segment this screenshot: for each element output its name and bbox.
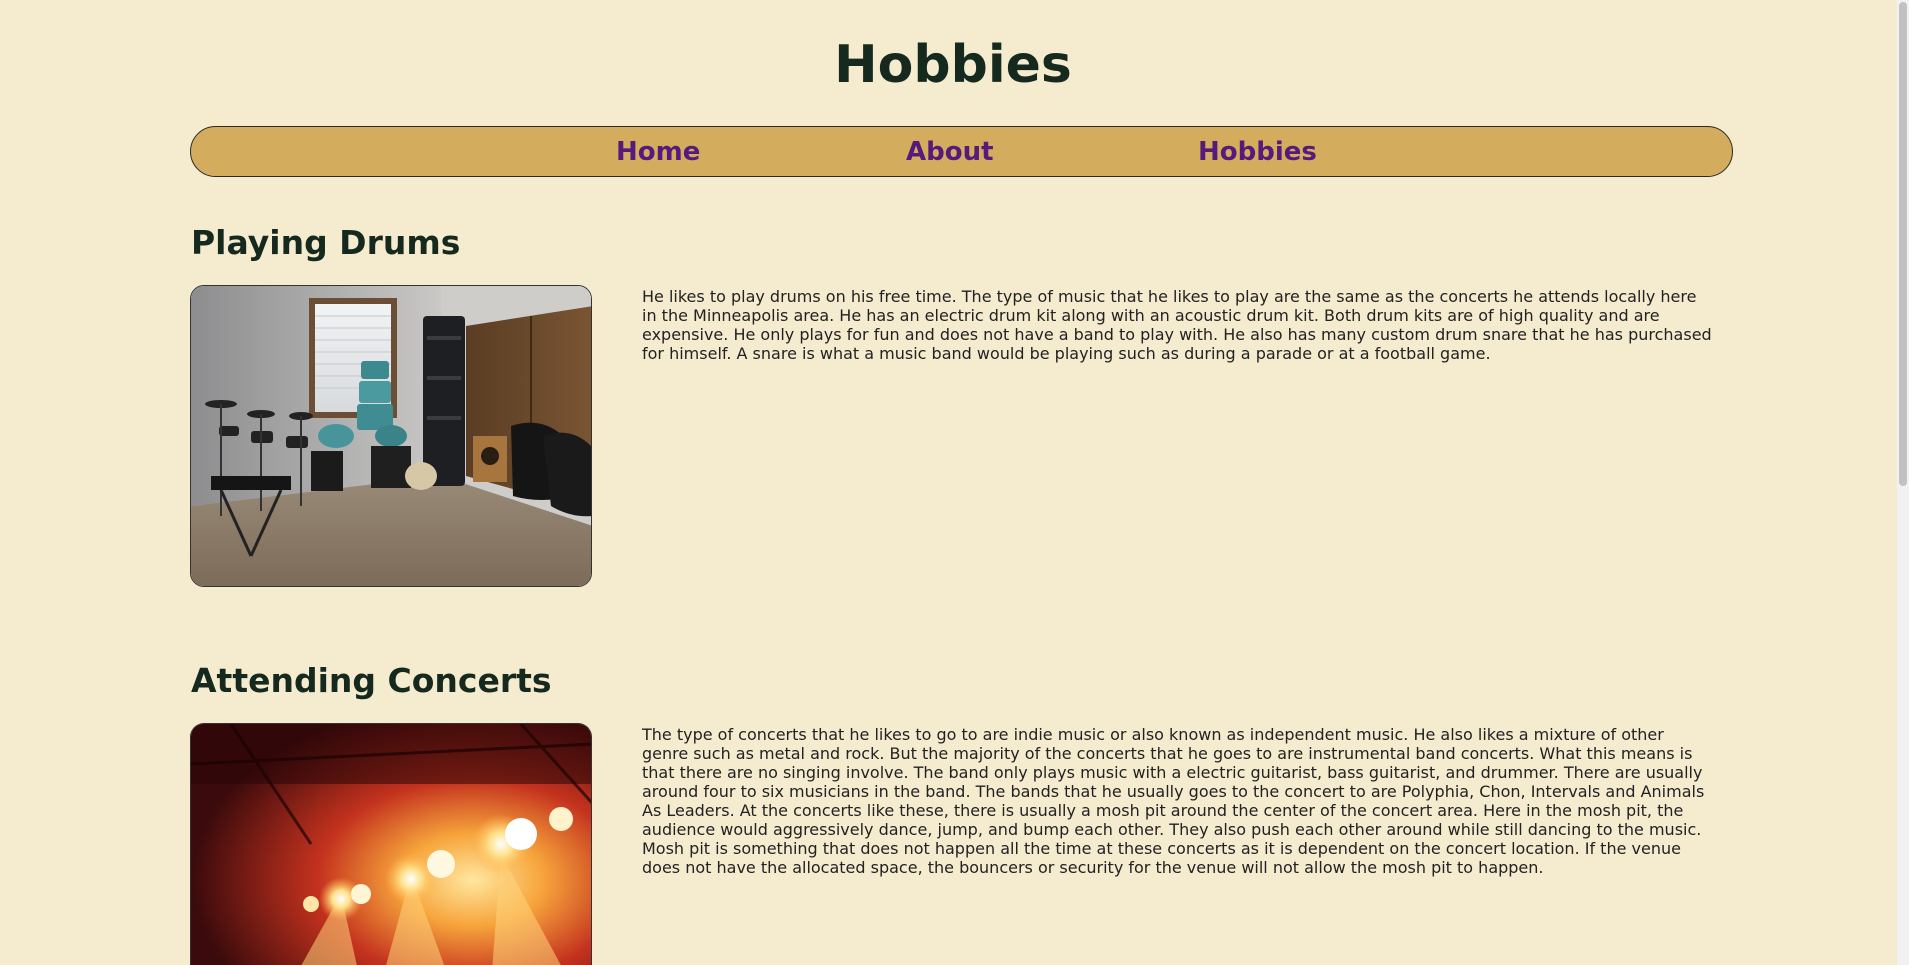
scrollbar-thumb[interactable]	[1899, 2, 1907, 486]
nav-link-about[interactable]: About	[906, 137, 994, 167]
nav-link-hobbies[interactable]: Hobbies	[1198, 137, 1317, 167]
page-title: Hobbies	[834, 35, 1072, 95]
drums-paragraph: He likes to play drums on his free time.…	[642, 287, 1712, 363]
concert-photo	[190, 723, 592, 965]
page-scrollbar[interactable]	[1897, 0, 1909, 965]
hobbies-page: Hobbies Home About Hobbies Playing Drums	[0, 0, 1909, 965]
main-nav: Home About Hobbies	[190, 126, 1733, 177]
concert-lights-image	[191, 724, 591, 965]
section-heading-drums: Playing Drums	[191, 223, 461, 262]
nav-link-home[interactable]: Home	[616, 137, 700, 167]
section-heading-concerts: Attending Concerts	[191, 661, 552, 700]
drums-photo	[190, 285, 592, 587]
concerts-paragraph: The type of concerts that he likes to go…	[642, 725, 1705, 877]
drums-room-image	[191, 286, 591, 586]
